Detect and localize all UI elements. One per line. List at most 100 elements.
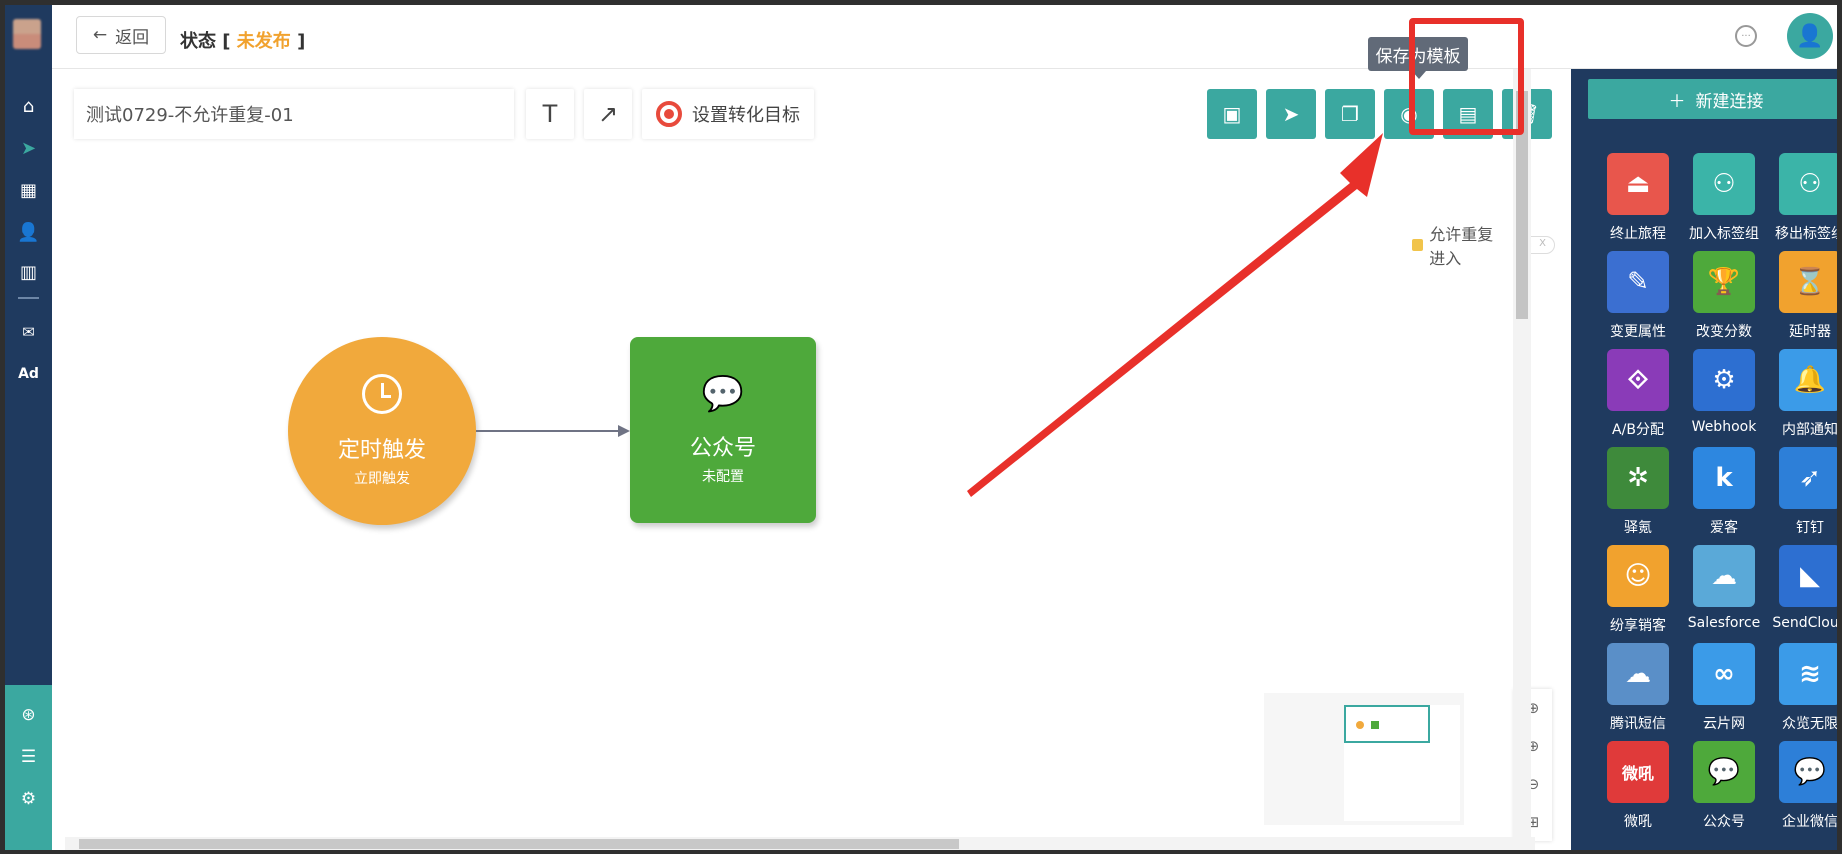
component-item[interactable]: ⚙ Webhook xyxy=(1681,349,1767,445)
component-item[interactable]: ∞ 云片网 xyxy=(1681,643,1767,739)
text-tool-icon: T xyxy=(542,100,558,128)
arrow-tool-icon: ↗ xyxy=(597,100,619,128)
avatar[interactable]: 👤 xyxy=(1787,13,1833,59)
left-nav: ⌂ ➤ ▦ 👤 ▥ ✉ Ad ⊛ ☰ ⚙ xyxy=(5,5,52,850)
lock-icon xyxy=(1412,239,1424,251)
wechat-node[interactable]: 💬 公众号 未配置 xyxy=(630,337,816,523)
gear-icon[interactable]: ⚙ xyxy=(5,784,52,814)
app-frame: ⌂ ➤ ▦ 👤 ▥ ✉ Ad ⊛ ☰ ⚙ ← 返回 状态 [ 未发布 ] ···… xyxy=(0,0,1842,854)
vertical-scrollbar[interactable] xyxy=(1513,69,1531,839)
component-item[interactable]: ≋ 众览无限 xyxy=(1767,643,1837,739)
component-item[interactable]: 💬 公众号 xyxy=(1681,741,1767,837)
minimap-wechat-dot xyxy=(1371,721,1379,729)
home-icon[interactable]: ⌂ xyxy=(5,91,52,121)
server-icon[interactable]: ☰ xyxy=(5,742,52,772)
component-item[interactable]: 🏆 改变分数 xyxy=(1681,251,1767,347)
component-icon: 微吼 xyxy=(1607,741,1669,803)
component-item[interactable]: ⌛ 延时器 xyxy=(1767,251,1837,347)
allow-repeat-row: 允许重复进入 X xyxy=(1412,221,1555,269)
save-button[interactable]: ▣ xyxy=(1207,89,1257,139)
component-icon: ≋ xyxy=(1779,643,1837,705)
component-item[interactable]: ⏏ 终止旅程 xyxy=(1595,153,1681,249)
component-icon: ⚙ xyxy=(1693,349,1755,411)
ad-icon[interactable]: Ad xyxy=(5,359,52,389)
component-item[interactable]: k 爱客 xyxy=(1681,447,1767,543)
publish-button[interactable]: ➤ xyxy=(1266,89,1316,139)
nav-divider xyxy=(18,297,39,299)
component-label: 云片网 xyxy=(1703,716,1745,732)
component-label: 移出标签组 xyxy=(1775,226,1842,242)
component-label: A/B分配 xyxy=(1612,422,1664,438)
component-label: 公众号 xyxy=(1703,814,1745,830)
minimap-timer-dot xyxy=(1356,721,1364,729)
component-icon: ⚇ xyxy=(1779,153,1837,215)
wechat-icon: 💬 xyxy=(701,374,745,414)
text-tool-button[interactable]: T xyxy=(526,89,574,139)
component-item[interactable]: ➶ 钉钉 xyxy=(1767,447,1837,543)
new-connection-label: 新建连接 xyxy=(1695,91,1764,112)
wechat-icon[interactable]: ✉ xyxy=(5,317,52,347)
horizontal-scroll-thumb[interactable] xyxy=(79,839,959,849)
timer-node-title: 定时触发 xyxy=(337,438,426,463)
component-icon: ☺ xyxy=(1607,545,1669,607)
flow-canvas[interactable]: T ↗ 设置转化目标 ▣ ➤ ❐ ◉ ▤ 🗑 允许重复进入 X 定时触发 立即触… xyxy=(52,69,1555,850)
wechat-node-sub: 未配置 xyxy=(702,469,744,485)
component-icon: ⚇ xyxy=(1693,153,1755,215)
component-item[interactable]: 🔔 内部通知 xyxy=(1767,349,1837,445)
annotation-highlight-box xyxy=(1409,18,1524,135)
logo xyxy=(13,19,41,49)
component-item[interactable]: ⚇ 加入标签组 xyxy=(1681,153,1767,249)
chart-icon[interactable]: ▥ xyxy=(5,257,52,287)
component-item[interactable]: ☁ 腾讯短信 xyxy=(1595,643,1681,739)
component-item[interactable]: ✲ 驿氪 xyxy=(1595,447,1681,543)
nav-bottom: ⊛ ☰ ⚙ xyxy=(5,685,52,850)
floppy-icon: ▣ xyxy=(1222,102,1242,126)
status-suffix: ] xyxy=(297,31,306,52)
component-label: 变更属性 xyxy=(1610,324,1666,340)
target-icon xyxy=(656,101,682,127)
allow-repeat-label: 允许重复进入 xyxy=(1429,225,1494,268)
arrow-tool-button[interactable]: ↗ xyxy=(584,89,632,139)
back-button[interactable]: ← 返回 xyxy=(76,16,166,54)
set-goal-label: 设置转化目标 xyxy=(692,105,800,126)
component-item[interactable]: 💬 企业微信 xyxy=(1767,741,1838,837)
component-item[interactable]: ☁ Salesforce xyxy=(1681,545,1767,641)
status-text: 状态 [ 未发布 ] xyxy=(180,27,305,53)
component-item[interactable]: ⚇ 移出标签组 xyxy=(1767,153,1842,249)
component-label: SendCloud xyxy=(1772,615,1842,631)
component-item[interactable]: ✎ 变更属性 xyxy=(1595,251,1681,347)
component-label: 改变分数 xyxy=(1696,324,1752,340)
journey-name-input[interactable] xyxy=(74,89,514,139)
new-connection-button[interactable]: ＋ 新建连接 xyxy=(1588,79,1837,119)
component-icon: 🏆 xyxy=(1693,251,1755,313)
component-icon: 💬 xyxy=(1693,741,1755,803)
component-item[interactable]: ☺ 纷享销客 xyxy=(1595,545,1681,641)
back-label: 返回 xyxy=(115,27,150,48)
component-label: 延时器 xyxy=(1789,324,1831,340)
user-icon[interactable]: 👤 xyxy=(5,217,52,247)
send-icon[interactable]: ➤ xyxy=(5,133,52,163)
header-bar: ← 返回 状态 [ 未发布 ] ··· 👤 xyxy=(52,5,1837,69)
copy-button[interactable]: ❐ xyxy=(1325,89,1375,139)
component-label: 驿氪 xyxy=(1624,520,1652,536)
horizontal-scrollbar[interactable] xyxy=(65,837,1535,850)
network-icon[interactable]: ⊛ xyxy=(5,700,52,730)
layout-icon[interactable]: ▦ xyxy=(5,175,52,205)
set-goal-button[interactable]: 设置转化目标 xyxy=(642,89,814,139)
arrow-left-icon: ← xyxy=(92,25,108,45)
component-icon: ☁ xyxy=(1607,643,1669,705)
component-item[interactable]: ⟐ A/B分配 xyxy=(1595,349,1681,445)
component-label: Webhook xyxy=(1691,419,1757,435)
minimap[interactable] xyxy=(1264,693,1464,825)
component-label: 纷享销客 xyxy=(1610,618,1666,634)
component-icon: ◣ xyxy=(1779,545,1837,607)
timer-trigger-node[interactable]: 定时触发 立即触发 xyxy=(288,337,476,525)
wechat-node-title: 公众号 xyxy=(689,436,756,461)
component-item[interactable]: 微吼 微吼 xyxy=(1595,741,1681,837)
component-icon: ✲ xyxy=(1607,447,1669,509)
plus-icon: ＋ xyxy=(1668,91,1686,112)
component-label: 企业微信 xyxy=(1782,814,1838,830)
message-icon[interactable]: ··· xyxy=(1735,25,1757,47)
component-item[interactable]: ◣ SendCloud xyxy=(1767,545,1842,641)
status-value: 未发布 xyxy=(236,31,291,52)
